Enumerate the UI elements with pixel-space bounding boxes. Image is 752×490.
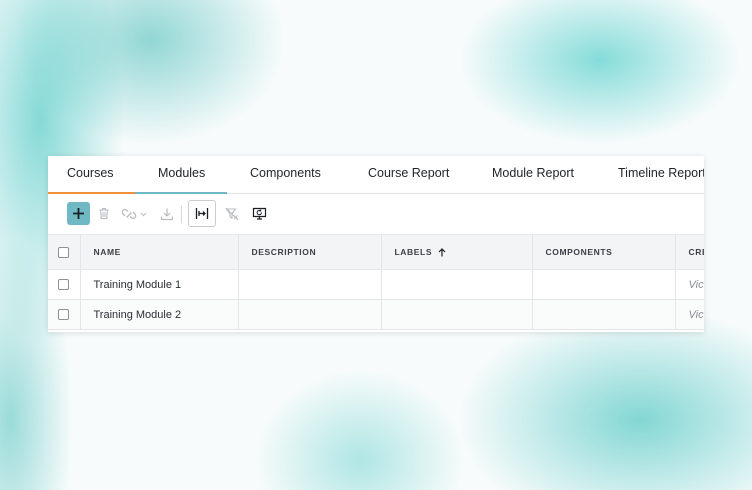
column-header-label: CRE <box>688 247 705 257</box>
column-header-label: NAME <box>93 247 121 257</box>
tab-label: Timeline Report <box>618 166 704 180</box>
main-panel: Courses Modules Components Course Report… <box>48 156 704 332</box>
name-cell[interactable]: Training Module 2 <box>80 299 239 330</box>
fit-columns-button[interactable] <box>188 200 216 227</box>
components-cell[interactable] <box>532 299 676 330</box>
refresh-screen-icon <box>252 207 267 220</box>
components-cell[interactable] <box>532 269 676 300</box>
clear-filter-button[interactable] <box>220 202 243 225</box>
add-button[interactable] <box>67 202 90 225</box>
description-cell[interactable] <box>238 269 382 300</box>
toolbar-divider <box>181 206 182 223</box>
tab-label: Modules <box>158 166 206 180</box>
column-header-label: DESCRIPTION <box>251 247 317 257</box>
tab-label: Courses <box>67 166 114 180</box>
refresh-screen-button[interactable] <box>248 202 271 225</box>
tab-label: Module Report <box>492 166 574 180</box>
column-header-label: COMPONENTS <box>545 247 613 257</box>
labels-cell[interactable] <box>381 299 533 330</box>
tab-label: Course Report <box>368 166 450 180</box>
data-table: NAME DESCRIPTION LABELS COMPONENTS CRE T… <box>48 235 704 330</box>
table-row[interactable]: Training Module 2 Vict <box>48 299 704 330</box>
delete-button[interactable] <box>92 202 115 225</box>
column-header-created[interactable]: CRE <box>675 235 704 270</box>
tab-timeline-report[interactable]: Timeline Report <box>618 156 704 193</box>
tab-bar: Courses Modules Components Course Report… <box>48 156 704 194</box>
download-icon <box>160 208 173 220</box>
tab-components[interactable]: Components <box>250 156 321 193</box>
name-cell[interactable]: Training Module 1 <box>80 269 239 300</box>
row-checkbox[interactable] <box>58 279 70 291</box>
tab-course-report[interactable]: Course Report <box>368 156 449 193</box>
created-cell: Vict <box>675 269 704 300</box>
row-select-cell <box>48 269 81 300</box>
column-header-components[interactable]: COMPONENTS <box>532 235 676 270</box>
sort-ascending-icon <box>438 248 446 257</box>
tab-module-report[interactable]: Module Report <box>492 156 574 193</box>
plus-icon <box>73 208 84 219</box>
row-select-cell <box>48 299 81 330</box>
download-button[interactable] <box>155 202 178 225</box>
column-header-label: LABELS <box>394 246 433 257</box>
created-cell: Vict <box>675 299 704 330</box>
select-all-cell <box>48 235 81 270</box>
table-header-row: NAME DESCRIPTION LABELS COMPONENTS CRE <box>48 235 704 270</box>
labels-cell[interactable] <box>381 269 533 300</box>
trash-icon <box>99 208 108 220</box>
select-all-checkbox[interactable] <box>58 246 70 258</box>
tab-modules[interactable]: Modules <box>158 156 205 193</box>
tab-label: Components <box>250 166 321 180</box>
column-header-description[interactable]: DESCRIPTION <box>238 235 382 270</box>
link-icon <box>121 208 147 219</box>
column-header-name[interactable]: NAME <box>80 235 239 270</box>
filter-clear-icon <box>224 207 238 220</box>
row-checkbox[interactable] <box>58 309 70 321</box>
table-row[interactable]: Training Module 1 Vict <box>48 269 704 300</box>
tab-courses[interactable]: Courses <box>67 156 114 193</box>
link-dropdown-button[interactable] <box>120 202 150 225</box>
description-cell[interactable] <box>238 299 382 330</box>
column-header-labels[interactable]: LABELS <box>381 235 533 270</box>
toolbar <box>48 194 704 235</box>
fit-columns-icon <box>195 208 209 219</box>
